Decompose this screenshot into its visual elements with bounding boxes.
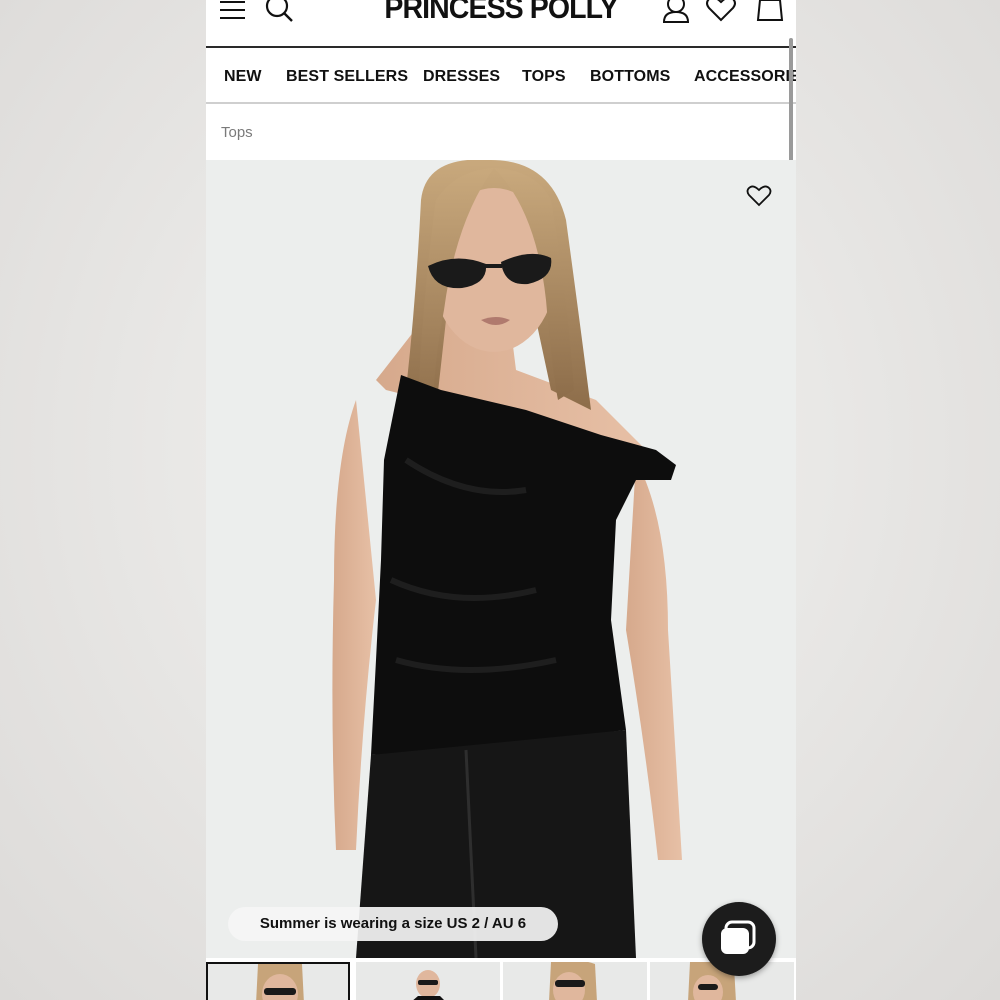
- nav-item-dresses[interactable]: DRESSES: [423, 68, 500, 86]
- thumbnail[interactable]: [356, 962, 500, 1000]
- breadcrumb[interactable]: Tops: [221, 124, 253, 141]
- thumbnail-image: [549, 962, 597, 1000]
- thumbnail[interactable]: [206, 962, 350, 1000]
- site-header: PRINCESS POLLY: [206, 0, 796, 48]
- chat-bubble-icon: [721, 920, 756, 954]
- wishlist-heart-icon[interactable]: [746, 184, 772, 208]
- nav-item-accessories[interactable]: ACCESSORIES: [694, 68, 796, 86]
- nav-item-best-sellers[interactable]: BEST SELLERS: [286, 68, 408, 86]
- thumbnail[interactable]: [503, 962, 647, 1000]
- nav-item-new[interactable]: NEW: [224, 68, 262, 86]
- product-image[interactable]: Summer is wearing a size US 2 / AU 6: [206, 160, 796, 958]
- model-size-note: Summer is wearing a size US 2 / AU 6: [228, 907, 558, 941]
- nav-item-bottoms[interactable]: BOTTOMS: [590, 68, 670, 86]
- nav-item-tops[interactable]: TOPS: [522, 68, 566, 86]
- thumbnail-image: [413, 970, 444, 1000]
- phone-screen: PRINCESS POLLY NEW BEST SELLERS DRESSES …: [206, 0, 796, 1000]
- category-nav: NEW BEST SELLERS DRESSES TOPS BOTTOMS AC…: [206, 48, 796, 104]
- model-photo: [332, 160, 682, 958]
- heart-icon[interactable]: [705, 0, 737, 24]
- account-icon[interactable]: [661, 0, 691, 24]
- thumbnail-image: [256, 964, 304, 1000]
- bag-icon[interactable]: [755, 0, 785, 24]
- chat-button[interactable]: [702, 902, 776, 976]
